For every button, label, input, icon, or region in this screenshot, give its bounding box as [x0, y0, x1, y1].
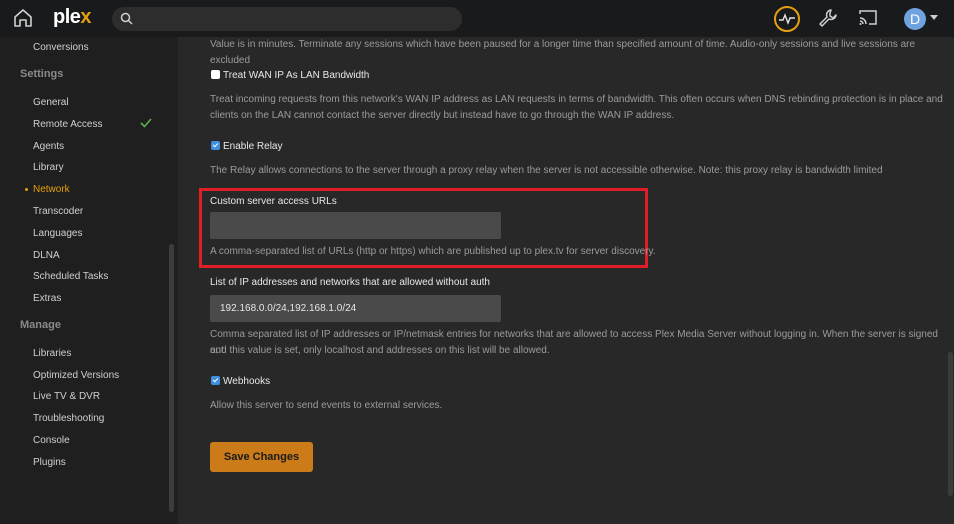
sidebar-item-extras[interactable]: Extras	[33, 293, 61, 304]
save-changes-button[interactable]: Save Changes	[210, 442, 313, 472]
webhooks-checkbox[interactable]	[211, 376, 220, 385]
sidebar-item-transcoder[interactable]: Transcoder	[33, 206, 83, 217]
custom-urls-input[interactable]	[210, 212, 501, 239]
allowed-networks-label: List of IP addresses and networks that a…	[210, 277, 490, 288]
sidebar-item-network[interactable]: Network	[25, 184, 70, 195]
enable-relay-label: Enable Relay	[223, 141, 283, 152]
allowed-networks-help-line2: and this value is set, only localhost an…	[210, 345, 550, 356]
sidebar-heading-manage: Manage	[20, 319, 61, 331]
check-icon	[140, 118, 152, 128]
sidebar-item-library[interactable]: Library	[33, 162, 64, 173]
wan-ip-checkbox[interactable]	[211, 70, 220, 79]
sidebar-item-plugins[interactable]: Plugins	[33, 457, 66, 468]
chevron-down-icon[interactable]	[930, 15, 938, 20]
custom-urls-help: A comma-separated list of URLs (http or …	[210, 246, 656, 257]
sidebar-item-remote-access[interactable]: Remote Access	[33, 119, 102, 130]
plex-logo[interactable]: plex	[53, 6, 92, 29]
home-icon[interactable]	[12, 8, 34, 28]
cast-icon[interactable]	[858, 9, 878, 27]
active-indicator	[25, 188, 28, 191]
sidebar-item-libraries[interactable]: Libraries	[33, 348, 71, 359]
top-bar: plex D	[0, 0, 954, 37]
session-timeout-help-text: Value is in minutes. Terminate any sessi…	[210, 39, 916, 66]
allowed-networks-input[interactable]: 192.168.0.0/24,192.168.1.0/24	[210, 295, 501, 322]
webhooks-help: Allow this server to send events to exte…	[210, 400, 443, 411]
sidebar-scrollbar[interactable]	[169, 244, 174, 512]
sidebar-item-live-tv-dvr[interactable]: Live TV & DVR	[33, 391, 100, 402]
sidebar-heading-settings: Settings	[20, 68, 64, 80]
sidebar-item-agents[interactable]: Agents	[33, 141, 64, 152]
wan-ip-help-line1: Treat incoming requests from this networ…	[210, 94, 943, 105]
settings-wrench-icon[interactable]	[818, 8, 838, 28]
activity-icon[interactable]	[774, 6, 800, 32]
sidebar-item-general[interactable]: General	[33, 97, 69, 108]
custom-urls-label: Custom server access URLs	[210, 196, 337, 207]
logo-text: plex	[53, 6, 92, 28]
enable-relay-checkbox[interactable]	[211, 141, 220, 150]
main-scrollbar[interactable]	[948, 352, 953, 496]
sidebar-item-scheduled-tasks[interactable]: Scheduled Tasks	[33, 271, 108, 282]
search-icon	[120, 12, 133, 25]
avatar[interactable]: D	[904, 8, 926, 30]
sidebar-item-label: Network	[33, 184, 70, 195]
webhooks-label: Webhooks	[223, 376, 271, 387]
sidebar-item-troubleshooting[interactable]: Troubleshooting	[33, 413, 104, 424]
sidebar-item-conversions[interactable]: Conversions	[33, 42, 89, 53]
wan-ip-help-line2: clients on the LAN cannot contact the se…	[210, 110, 675, 121]
sidebar-item-dlna[interactable]: DLNA	[33, 250, 60, 261]
logo-accent-letter: x	[80, 6, 92, 28]
sidebar-item-languages[interactable]: Languages	[33, 228, 83, 239]
search-input[interactable]	[112, 7, 462, 31]
sidebar-item-console[interactable]: Console	[33, 435, 70, 446]
relay-help-text: The Relay allows connections to the serv…	[210, 165, 883, 176]
sidebar-item-optimized-versions[interactable]: Optimized Versions	[33, 370, 119, 381]
wan-ip-label: Treat WAN IP As LAN Bandwidth	[223, 70, 370, 81]
